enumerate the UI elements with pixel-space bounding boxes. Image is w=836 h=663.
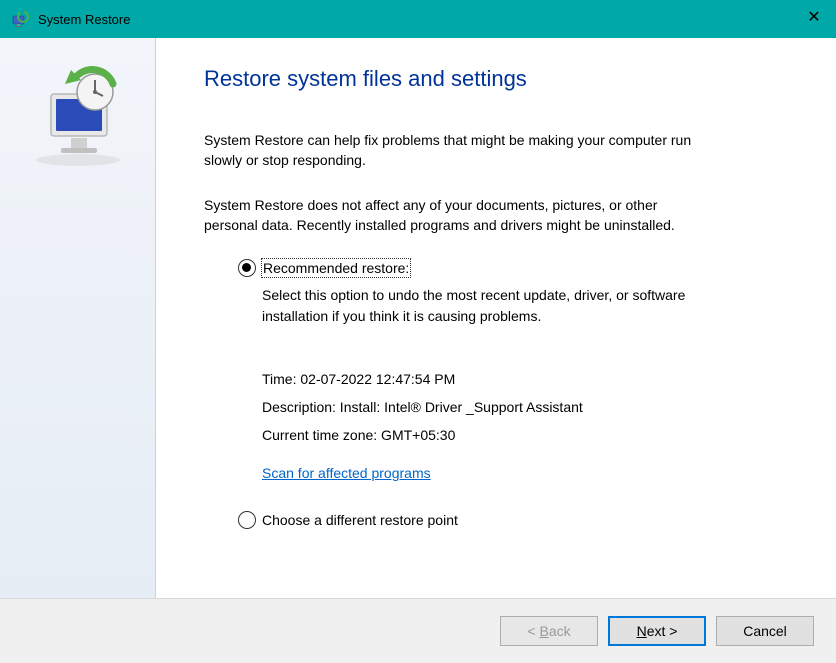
back-button: < Back [500,616,598,646]
radio-different-label[interactable]: Choose a different restore point [262,511,458,529]
main-panel: Restore system files and settings System… [156,38,836,598]
option-different[interactable]: Choose a different restore point [238,511,788,529]
restore-options: Recommended restore: Select this option … [238,259,788,529]
intro-paragraph-1: System Restore can help fix problems tha… [204,130,714,171]
option-recommended[interactable]: Recommended restore: [238,259,788,277]
restore-icon [23,62,133,172]
cancel-button[interactable]: Cancel [716,616,814,646]
detail-timezone: Current time zone: GMT+05:30 [262,421,788,449]
footer-buttons: < Back Next > Cancel [0,598,836,663]
sidebar [0,38,156,598]
detail-time: Time: 02-07-2022 12:47:54 PM [262,365,788,393]
page-heading: Restore system files and settings [204,66,788,92]
next-button[interactable]: Next > [608,616,706,646]
radio-different[interactable] [238,511,256,529]
option-recommended-desc: Select this option to undo the most rece… [262,285,702,327]
intro-paragraph-2: System Restore does not affect any of yo… [204,195,714,236]
app-icon [10,9,30,29]
titlebar: System Restore ✕ [0,0,836,38]
close-button[interactable]: ✕ [802,8,826,32]
restore-details: Time: 02-07-2022 12:47:54 PM Description… [262,365,788,487]
window-title: System Restore [38,12,130,27]
content-area: Restore system files and settings System… [0,38,836,598]
scan-affected-link[interactable]: Scan for affected programs [262,459,431,487]
radio-recommended-label[interactable]: Recommended restore: [262,259,410,277]
radio-recommended[interactable] [238,259,256,277]
detail-description: Description: Install: Intel® Driver _Sup… [262,393,788,421]
